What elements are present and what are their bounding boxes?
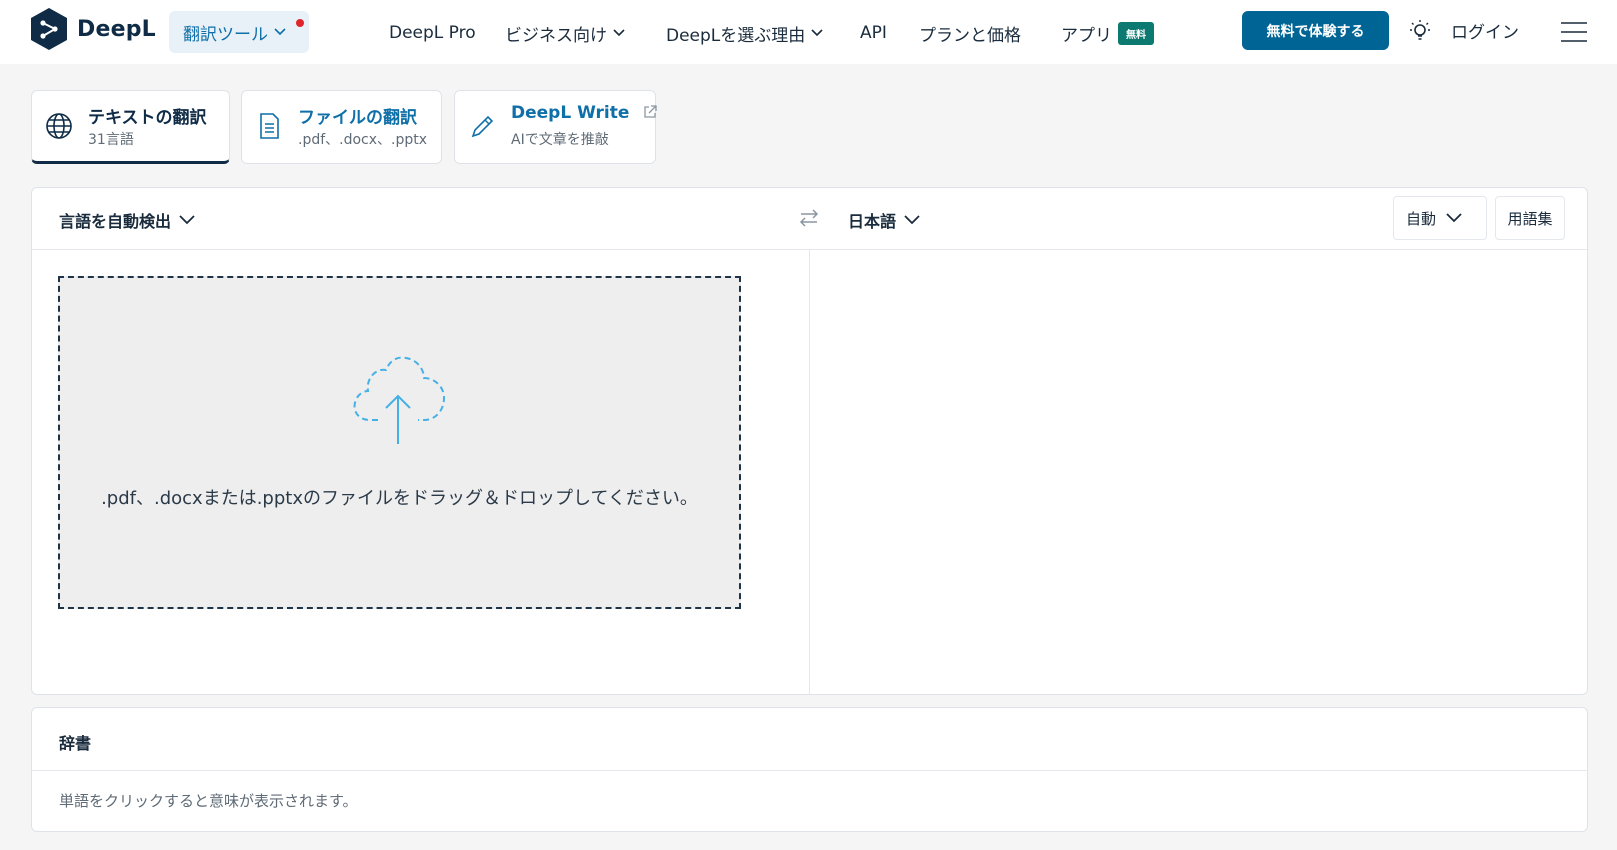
deepl-logo-icon [31, 8, 67, 50]
language-bar: 言語を自動検出 日本語 自動 用語集 [32, 188, 1587, 250]
nav-business-label: ビジネス向け [505, 25, 607, 46]
nav-deepl-pro[interactable]: DeepL Pro [389, 19, 476, 47]
globe-icon [46, 113, 72, 139]
tab-write-subtitle: AIで文章を推敲 [511, 132, 609, 148]
notification-dot [296, 19, 304, 27]
dictionary-title: 辞書 [59, 734, 92, 753]
cloud-upload-icon [353, 356, 446, 444]
nav-pricing-label: プランと価格 [919, 25, 1021, 46]
free-trial-button[interactable]: 無料で体験する [1242, 11, 1389, 50]
panel-divider [809, 250, 810, 695]
formality-label: 自動 [1406, 209, 1437, 228]
tab-write-title-text: DeepL Write [511, 103, 630, 123]
external-link-icon [644, 105, 657, 118]
nav-pricing[interactable]: プランと価格 [919, 19, 1021, 47]
document-icon [260, 113, 279, 139]
source-language-label: 言語を自動検出 [59, 212, 172, 231]
logo-text: DeepL [77, 16, 156, 42]
tab-file-title: ファイルの翻訳 [298, 108, 417, 128]
deepl-logo[interactable]: DeepL [30, 7, 156, 51]
swap-languages-icon[interactable] [798, 207, 820, 229]
nav-api[interactable]: API [860, 19, 887, 47]
nav-business[interactable]: ビジネス向け [505, 19, 625, 47]
translation-tools-label: 翻訳ツール [183, 24, 268, 45]
chevron-down-icon [1446, 213, 1462, 223]
nav-deepl-pro-label: DeepL Pro [389, 23, 476, 43]
hamburger-menu-icon[interactable] [1559, 20, 1589, 44]
source-language-selector[interactable]: 言語を自動検出 [59, 208, 195, 232]
tab-file-subtitle: .pdf、.docx、.pptx [298, 132, 428, 148]
free-badge: 無料 [1118, 21, 1154, 45]
chevron-down-icon [613, 29, 625, 37]
nav-api-label: API [860, 23, 887, 43]
tab-text-subtitle: 31言語 [88, 132, 134, 148]
login-link[interactable]: ログイン [1451, 18, 1519, 43]
chevron-down-icon [179, 215, 195, 225]
file-drop-zone[interactable]: .pdf、.docxまたは.pptxのファイルをドラッグ＆ドロップしてください。 [58, 276, 741, 609]
chevron-down-icon [274, 28, 286, 36]
chevron-down-icon [811, 29, 823, 37]
nav-apps[interactable]: アプリ 無料 [1061, 19, 1154, 47]
dictionary-hint: 単語をクリックすると意味が表示されます。 [59, 792, 358, 810]
nav-apps-label: アプリ [1061, 25, 1112, 46]
chevron-down-icon [904, 215, 920, 225]
translator-panel: 言語を自動検出 日本語 自動 用語集 .pdf、.docxまたは.pptxのファ… [31, 187, 1588, 695]
glossary-button[interactable]: 用語集 [1495, 196, 1565, 240]
target-language-label: 日本語 [848, 212, 897, 231]
tab-write-title: DeepL Write [511, 103, 657, 123]
tab-file-translation[interactable]: ファイルの翻訳 .pdf、.docx、.pptx [241, 90, 442, 164]
translation-tools-dropdown[interactable]: 翻訳ツール [169, 11, 309, 53]
nav-why-deepl-label: DeepLを選ぶ理由 [666, 25, 806, 46]
top-header: DeepL 翻訳ツール DeepL Pro ビジネス向け DeepLを選ぶ理由 … [0, 0, 1617, 64]
dictionary-header: 辞書 [32, 708, 1587, 771]
drop-instructions: .pdf、.docxまたは.pptxのファイルをドラッグ＆ドロップしてください。 [101, 488, 698, 509]
formality-dropdown[interactable]: 自動 [1393, 196, 1487, 240]
target-language-selector[interactable]: 日本語 [848, 208, 920, 232]
nav-why-deepl[interactable]: DeepLを選ぶ理由 [666, 19, 823, 47]
tab-deepl-write[interactable]: DeepL Write AIで文章を推敲 [454, 90, 657, 164]
pen-icon [471, 115, 494, 138]
tab-text-title: テキストの翻訳 [88, 108, 207, 128]
dictionary-panel: 辞書 単語をクリックすると意味が表示されます。 [31, 707, 1588, 832]
lightbulb-icon[interactable] [1409, 19, 1431, 43]
tab-text-translation[interactable]: テキストの翻訳 31言語 [31, 90, 230, 164]
